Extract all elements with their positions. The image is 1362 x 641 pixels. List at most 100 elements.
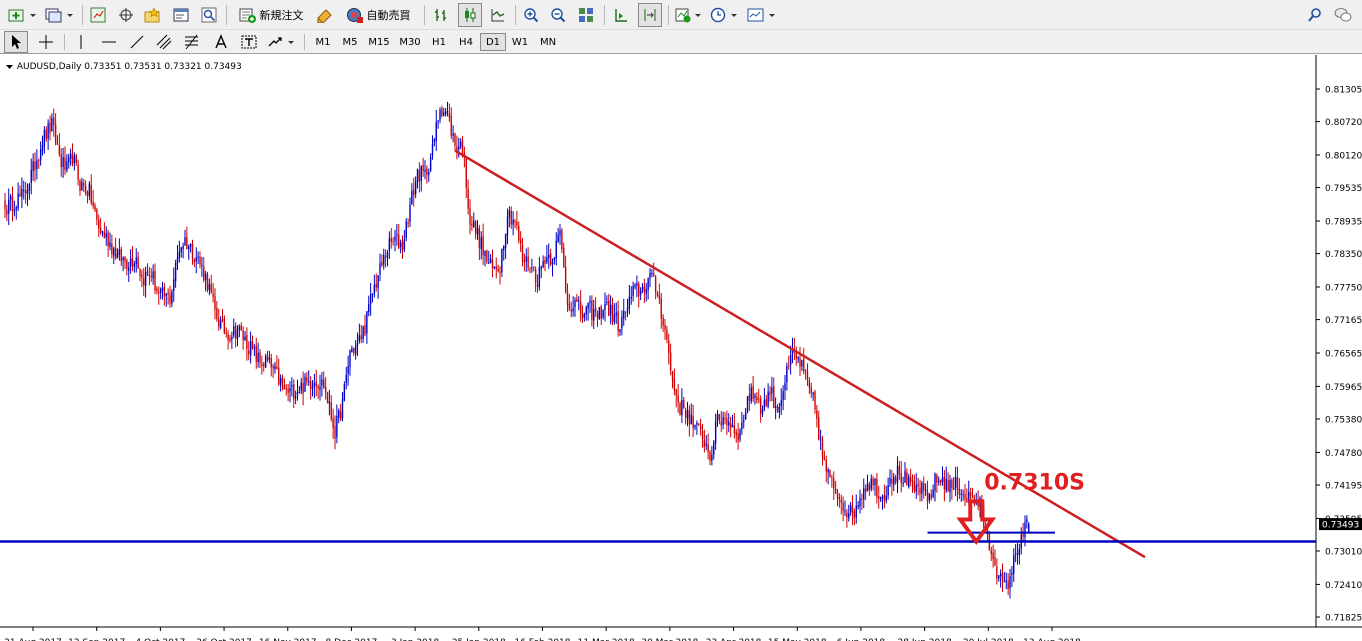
candle-body: [593, 309, 595, 321]
meta-editor-button[interactable]: [314, 4, 336, 26]
timeframe-m15[interactable]: M15: [364, 33, 394, 51]
candle-body: [701, 430, 704, 439]
candle-body: [733, 425, 736, 434]
tile-windows-button[interactable]: [575, 4, 597, 26]
y-tick-label: 0.81305: [1325, 86, 1362, 96]
candle-body: [671, 371, 674, 380]
candle-body: [551, 261, 554, 265]
y-tick-label: 0.75380: [1325, 416, 1362, 426]
candle-body: [801, 360, 803, 367]
current-price-label: 0.73493: [1322, 521, 1359, 531]
candle-body: [109, 242, 111, 247]
y-tick-label: 0.74195: [1325, 482, 1362, 492]
candle-body: [563, 247, 565, 268]
candle-body: [960, 493, 962, 495]
cursor-tool-button[interactable]: [4, 31, 28, 53]
candle-body: [855, 505, 857, 518]
horizontal-line-button[interactable]: [98, 31, 120, 53]
line-chart-button[interactable]: [487, 4, 509, 26]
timeframe-m5[interactable]: M5: [337, 33, 363, 51]
candle-body: [311, 386, 314, 389]
navigator-button[interactable]: [143, 4, 163, 26]
arrows-tool-button[interactable]: [266, 31, 298, 53]
search-button[interactable]: [1304, 4, 1326, 26]
candle-body: [384, 256, 387, 258]
candle-body: [227, 334, 229, 341]
candle-body: [958, 488, 961, 495]
candle-body: [664, 324, 666, 330]
candle-body: [754, 395, 756, 398]
candle-body: [362, 326, 364, 340]
market-watch-button[interactable]: [88, 4, 108, 26]
new-chart-button[interactable]: [6, 4, 40, 26]
candle-body: [636, 283, 638, 286]
terminal-button[interactable]: [171, 4, 191, 26]
candle-body: [257, 352, 259, 363]
candle-body: [71, 154, 74, 165]
crosshair-tool-button[interactable]: [34, 31, 58, 53]
candle-body: [308, 381, 310, 383]
candle-body: [538, 266, 541, 288]
candlestick-chart-button[interactable]: [458, 3, 482, 27]
bar-chart-button[interactable]: [430, 4, 452, 26]
chart-shift-button[interactable]: [638, 3, 662, 27]
candle-body: [390, 237, 392, 242]
candle-body: [799, 357, 801, 367]
candle-body: [319, 386, 321, 390]
candle-body: [928, 493, 931, 501]
timeframe-w1[interactable]: W1: [507, 33, 533, 51]
candle-body: [336, 416, 338, 438]
candle-body: [947, 480, 949, 492]
candle-body: [694, 425, 696, 428]
candle-body: [409, 204, 411, 223]
new-order-button[interactable]: 新規注文: [234, 4, 308, 26]
candle-body: [814, 391, 816, 410]
auto-scroll-button[interactable]: [610, 4, 632, 26]
timeframe-h1[interactable]: H1: [426, 33, 452, 51]
candle-body: [11, 197, 14, 211]
chart-window[interactable]: 0.81305 0.80720 0.80120 0.79535 0.78935 0.783…: [0, 55, 1362, 641]
equidistant-channel-button[interactable]: [154, 31, 176, 53]
templates-button[interactable]: [746, 4, 778, 26]
timeframe-h4[interactable]: H4: [453, 33, 479, 51]
text-label-button[interactable]: [238, 31, 260, 53]
candle-body: [786, 366, 788, 383]
symbol-info-text: AUDUSD,Daily 0.73351 0.73531 0.73321 0.7…: [16, 62, 242, 72]
trendline-tool-button[interactable]: [126, 31, 148, 53]
candle-body: [458, 146, 460, 150]
timeframe-mn[interactable]: MN: [534, 33, 562, 51]
candle-body: [249, 341, 252, 356]
profiles-icon: [45, 8, 73, 23]
arrows-icon: [268, 37, 294, 47]
text-tool-button[interactable]: [210, 31, 232, 53]
candle-body: [519, 239, 522, 244]
candle-body: [632, 286, 634, 296]
price-chart[interactable]: 0.81305 0.80720 0.80120 0.79535 0.78935 0.783…: [0, 55, 1362, 641]
fibonacci-button[interactable]: [182, 31, 204, 53]
candle-body: [188, 246, 190, 250]
zoom-in-button[interactable]: [520, 4, 542, 26]
timeframe-m30[interactable]: M30: [395, 33, 425, 51]
strategy-tester-button[interactable]: [199, 4, 219, 26]
timeframe-d1[interactable]: D1: [480, 33, 506, 51]
timeframe-m1[interactable]: M1: [310, 33, 336, 51]
candle-body: [6, 209, 8, 215]
indicators-button[interactable]: [674, 4, 704, 26]
candle-body: [542, 261, 544, 268]
vertical-line-button[interactable]: [70, 31, 92, 53]
candle-body: [666, 330, 668, 340]
chat-button[interactable]: [1332, 4, 1354, 26]
candle-body: [96, 209, 98, 220]
periods-button[interactable]: [709, 4, 741, 26]
market-watch-icon: [90, 7, 106, 23]
zoom-out-button[interactable]: [547, 4, 569, 26]
candle-body: [58, 145, 61, 155]
candle-body: [450, 116, 452, 136]
auto-trading-button[interactable]: 自動売買: [340, 4, 416, 26]
candle-body: [317, 386, 319, 389]
data-window-button[interactable]: [116, 4, 136, 26]
candle-body: [746, 396, 749, 413]
profiles-button[interactable]: [44, 4, 76, 26]
candle-body: [523, 259, 526, 263]
candle-body: [778, 406, 781, 413]
